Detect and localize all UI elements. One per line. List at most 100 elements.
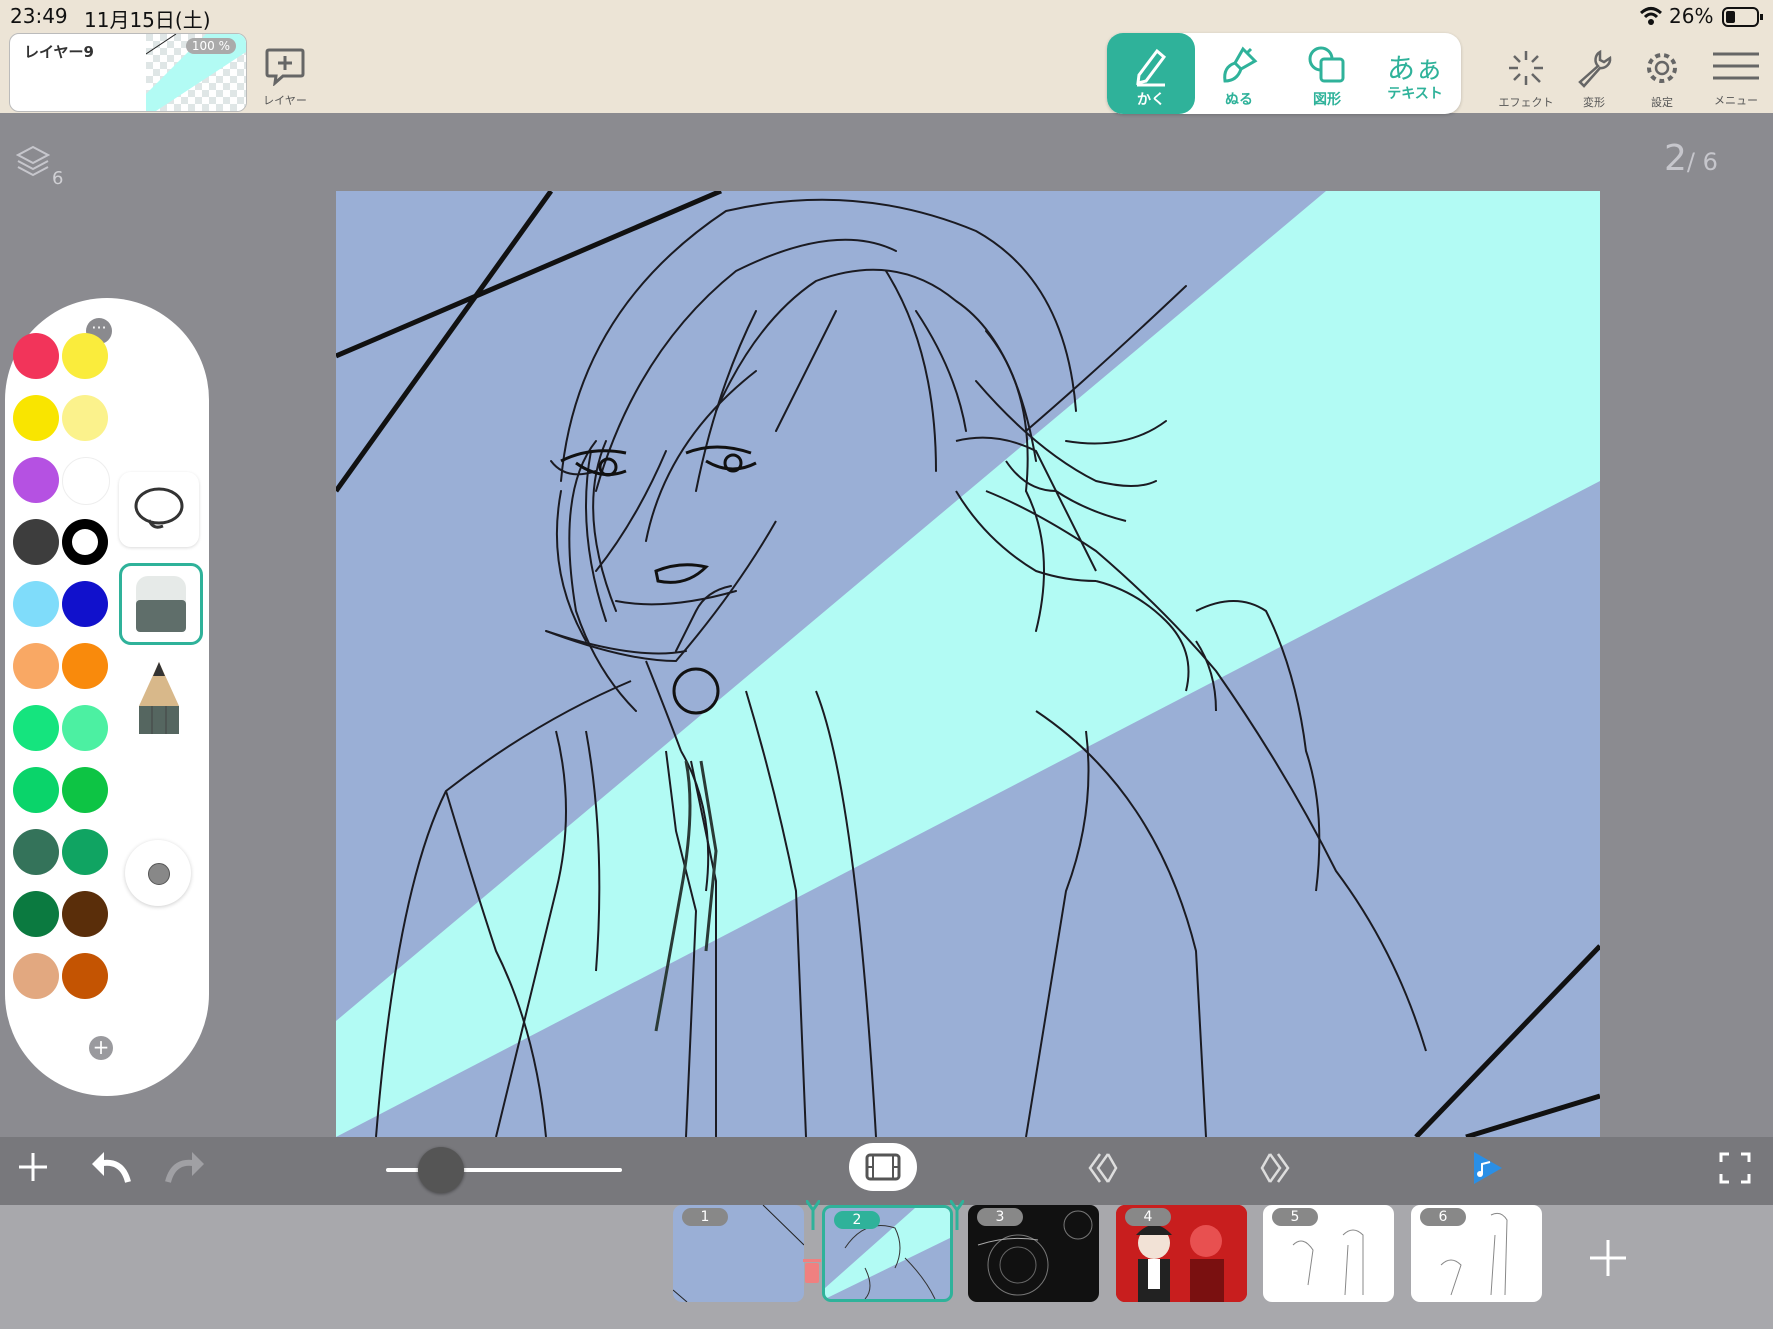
transform-button[interactable]: 変形 — [1566, 48, 1622, 110]
settings-button[interactable]: 設定 — [1634, 48, 1690, 110]
current-layer-thumbnail[interactable]: レイヤー9 100 % — [9, 33, 247, 112]
tool-text-button[interactable]: あぁ テキスト — [1371, 33, 1459, 114]
color-swatch[interactable] — [62, 519, 108, 565]
frame-number: 6 — [1420, 1208, 1466, 1226]
status-time: 23:49 — [10, 4, 68, 28]
frame-number: 4 — [1125, 1208, 1171, 1226]
menu-icon — [1713, 52, 1759, 80]
color-swatch[interactable] — [13, 395, 59, 441]
plus-icon — [1590, 1240, 1626, 1276]
frame-thumbnail-2[interactable]: 2 — [822, 1205, 953, 1302]
fullscreen-icon — [1719, 1152, 1751, 1184]
menu-button[interactable]: メニュー — [1706, 50, 1766, 108]
play-button[interactable] — [1470, 1150, 1504, 1190]
add-layer-icon — [265, 48, 305, 87]
frame-thumbnail-6[interactable]: 6 — [1411, 1205, 1542, 1302]
color-swatch[interactable] — [13, 705, 59, 751]
lasso-icon — [134, 487, 184, 529]
color-swatch[interactable] — [13, 643, 59, 689]
frame-number: 1 — [682, 1208, 728, 1226]
add-button[interactable] — [16, 1150, 50, 1188]
tool-fill-button[interactable]: ぬる — [1195, 33, 1283, 114]
next-frame-button[interactable] — [1258, 1150, 1294, 1190]
canvas-artwork — [336, 191, 1600, 1137]
color-swatch[interactable] — [13, 767, 59, 813]
filmstrip-toggle-button[interactable] — [849, 1143, 917, 1191]
frame-thumbnail-1[interactable]: 1 — [673, 1205, 804, 1302]
eraser-tool-button[interactable] — [119, 563, 203, 645]
redo-icon — [165, 1152, 204, 1183]
lasso-tool-button[interactable] — [119, 472, 199, 547]
color-swatch[interactable] — [13, 953, 59, 999]
color-swatch[interactable] — [62, 643, 108, 689]
color-swatch[interactable] — [62, 333, 108, 379]
color-swatch[interactable] — [13, 519, 59, 565]
wrench-icon — [1578, 49, 1612, 88]
settings-label: 設定 — [1651, 96, 1673, 109]
frame-marker-left — [804, 1199, 822, 1230]
color-swatch[interactable] — [62, 767, 108, 813]
color-swatch[interactable] — [13, 581, 59, 627]
color-swatch[interactable] — [13, 457, 59, 503]
color-swatch[interactable] — [62, 829, 108, 875]
eraser-icon — [136, 576, 186, 632]
menu-label: メニュー — [1714, 94, 1758, 107]
layer-opacity-badge: 100 % — [185, 38, 236, 54]
pencil-tool-button[interactable] — [119, 656, 199, 736]
tool-draw-label: かく — [1137, 92, 1165, 108]
frame-thumbnail-4[interactable]: 4 — [1116, 1205, 1247, 1302]
add-color-button[interactable]: + — [89, 1036, 113, 1060]
battery-icon — [1722, 6, 1764, 32]
effect-button[interactable]: エフェクト — [1496, 48, 1556, 110]
tool-shape-button[interactable]: 図形 — [1283, 33, 1371, 114]
add-layer-label: レイヤー — [263, 94, 307, 107]
undo-button[interactable] — [88, 1148, 132, 1190]
gear-icon — [1647, 53, 1677, 83]
text-icon: あぁ — [1386, 52, 1443, 85]
tool-shape-label: 図形 — [1313, 92, 1341, 108]
color-swatch[interactable] — [13, 333, 59, 379]
brush-icon — [1223, 46, 1258, 83]
frame-marker-right — [948, 1199, 966, 1230]
plus-icon — [19, 1153, 47, 1181]
brush-size-button[interactable] — [125, 840, 191, 906]
slider-thumb[interactable] — [418, 1147, 464, 1193]
layers-panel-button[interactable]: 6 — [15, 144, 66, 189]
brush-size-dot — [148, 863, 170, 885]
frame-number: 2 — [834, 1211, 880, 1229]
prev-frame-icon — [1088, 1153, 1118, 1183]
undo-icon — [92, 1152, 131, 1183]
delete-frame-button[interactable] — [802, 1257, 822, 1289]
layers-icon — [15, 145, 51, 177]
color-swatch[interactable] — [62, 581, 108, 627]
color-swatch[interactable] — [13, 829, 59, 875]
color-swatch[interactable] — [62, 705, 108, 751]
page-indicator: 2/ 6 — [1664, 138, 1718, 179]
effect-label: エフェクト — [1498, 96, 1554, 109]
color-swatch[interactable] — [62, 457, 110, 505]
tool-text-label: テキスト — [1387, 86, 1443, 102]
color-swatch[interactable] — [62, 891, 108, 937]
fullscreen-button[interactable] — [1719, 1152, 1751, 1188]
color-swatch[interactable] — [13, 891, 59, 937]
add-layer-button[interactable]: レイヤー — [263, 46, 307, 108]
color-swatch[interactable] — [62, 395, 108, 441]
pen-icon — [1136, 48, 1167, 87]
layer-count: 6 — [52, 168, 64, 189]
frame-thumbnail-3[interactable]: 3 — [968, 1205, 1099, 1302]
drawing-tool-selector: かく ぬる 図形 あぁ テキスト — [1107, 33, 1461, 114]
color-swatch[interactable] — [62, 953, 108, 999]
page-total: / 6 — [1686, 148, 1718, 176]
frame-thumbnail-5[interactable]: 5 — [1263, 1205, 1394, 1302]
redo-button[interactable] — [164, 1148, 208, 1190]
previous-frame-button[interactable] — [1084, 1150, 1120, 1190]
drawing-canvas[interactable] — [336, 191, 1600, 1137]
layer-name: レイヤー9 — [24, 43, 94, 61]
film-icon — [865, 1153, 901, 1181]
next-frame-icon — [1260, 1153, 1290, 1183]
transform-label: 変形 — [1583, 96, 1605, 109]
add-frame-button[interactable] — [1588, 1238, 1628, 1282]
tool-fill-label: ぬる — [1225, 92, 1253, 108]
tool-draw-button[interactable]: かく — [1107, 33, 1195, 114]
trash-icon — [803, 1259, 821, 1283]
